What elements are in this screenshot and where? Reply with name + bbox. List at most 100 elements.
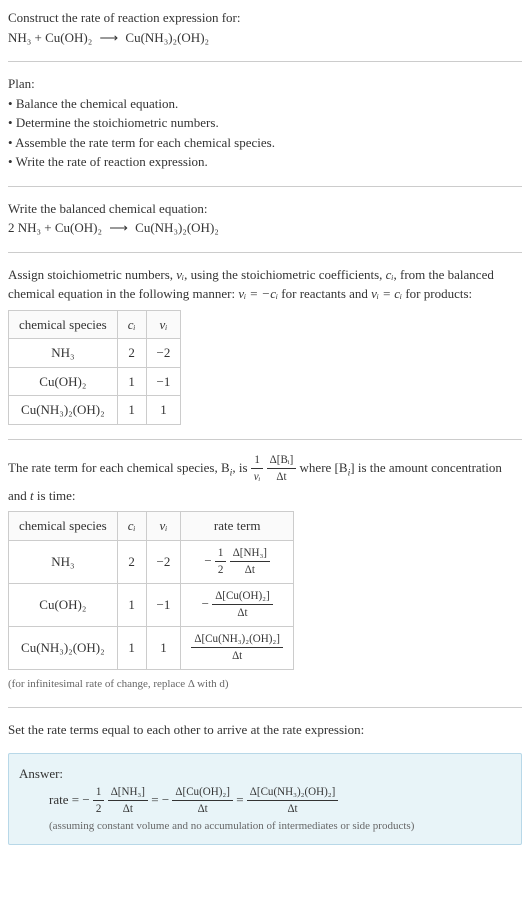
unbalanced-equation: NH₃ + Cu(OH)₂ ⟶ Cu(NH₃)₂(OH)₂ xyxy=(8,28,522,48)
cell-nui: −1 xyxy=(146,367,181,396)
eq-rhs: Cu(NH₃)₂(OH)₂ xyxy=(135,220,219,235)
stoich-table: chemical species cᵢ νᵢ NH₃ 2 −2 Cu(OH)₂ … xyxy=(8,310,181,425)
cell-nui: 1 xyxy=(146,626,181,669)
cell-species: Cu(OH)₂ xyxy=(9,367,118,396)
den: Δt xyxy=(172,801,233,818)
divider xyxy=(8,707,522,708)
frac-coef: 1νᵢ xyxy=(251,452,264,486)
cell-nui: −2 xyxy=(146,339,181,368)
cell-nui: −2 xyxy=(146,540,181,583)
den: Δt xyxy=(247,801,339,818)
rule-reactants: νᵢ = −cᵢ xyxy=(238,286,278,301)
infinitesimal-note: (for infinitesimal rate of change, repla… xyxy=(8,676,522,693)
num: 1 xyxy=(215,545,227,563)
cell-ci: 1 xyxy=(117,583,146,626)
den: Δt xyxy=(108,801,148,818)
frac-delta: Δ[Cu(OH)₂]Δt xyxy=(212,588,273,622)
den: 2 xyxy=(93,801,105,818)
table-row: Cu(NH₃)₂(OH)₂ 1 1 Δ[Cu(NH₃)₂(OH)₂]Δt xyxy=(9,626,294,669)
assign-section: Assign stoichiometric numbers, νᵢ, using… xyxy=(8,265,522,425)
cell-species: Cu(OH)₂ xyxy=(9,583,118,626)
equals: = xyxy=(151,792,162,807)
table-header-row: chemical species cᵢ νᵢ rate term xyxy=(9,512,294,541)
cell-ci: 2 xyxy=(117,540,146,583)
frac-coef: 12 xyxy=(215,545,227,579)
num: Δ[NH₃] xyxy=(108,784,148,802)
text: for reactants and xyxy=(278,286,371,301)
sign: − xyxy=(162,792,169,807)
text: , using the stoichiometric coefficients, xyxy=(184,267,386,282)
frac-delta: Δ[NH₃]Δt xyxy=(230,545,270,579)
den: Δt xyxy=(212,605,273,622)
col-ci: cᵢ xyxy=(117,512,146,541)
table-header-row: chemical species cᵢ νᵢ xyxy=(9,310,181,339)
table-row: NH₃ 2 −2 xyxy=(9,339,181,368)
num: Δ[NH₃] xyxy=(230,545,270,563)
sign: − xyxy=(202,596,209,611)
text: , is xyxy=(232,460,250,475)
plan-step: Write the rate of reaction expression. xyxy=(8,152,522,172)
eq-rhs: Cu(NH₃)₂(OH)₂ xyxy=(125,30,209,45)
eq-lhs: NH₃ + Cu(OH)₂ xyxy=(8,30,92,45)
num: Δ[Cu(OH)₂] xyxy=(212,588,273,606)
text: is time: xyxy=(34,488,76,503)
cell-ci: 2 xyxy=(117,339,146,368)
rule-products: νᵢ = cᵢ xyxy=(371,286,402,301)
col-species: chemical species xyxy=(9,310,118,339)
balanced-title: Write the balanced chemical equation: xyxy=(8,199,522,219)
nu-i: νᵢ xyxy=(176,267,184,282)
den: Δt xyxy=(191,648,283,665)
cell-rate: − Δ[Cu(OH)₂]Δt xyxy=(181,583,294,626)
assign-text: Assign stoichiometric numbers, νᵢ, using… xyxy=(8,265,522,304)
rateterm-section: The rate term for each chemical species,… xyxy=(8,452,522,693)
den: νᵢ xyxy=(251,469,264,486)
frac-delta: Δ[NH₃]Δt xyxy=(108,784,148,818)
prompt-section: Construct the rate of reaction expressio… xyxy=(8,8,522,47)
cell-ci: 1 xyxy=(117,626,146,669)
plan-step: Determine the stoichiometric numbers. xyxy=(8,113,522,133)
cell-rate: − 12 Δ[NH₃]Δt xyxy=(181,540,294,583)
col-species: chemical species xyxy=(9,512,118,541)
col-nui: νᵢ xyxy=(146,310,181,339)
table-row: Cu(NH₃)₂(OH)₂ 1 1 xyxy=(9,396,181,425)
num: 1 xyxy=(251,452,264,470)
cell-species: NH₃ xyxy=(9,339,118,368)
num: Δ[Cu(NH₃)₂(OH)₂] xyxy=(191,631,283,649)
num: Δ[Cu(OH)₂] xyxy=(172,784,233,802)
c-i: cᵢ xyxy=(386,267,394,282)
table-row: Cu(OH)₂ 1 −1 xyxy=(9,367,181,396)
text: Assign stoichiometric numbers, xyxy=(8,267,176,282)
answer-box: Answer: rate = − 12 Δ[NH₃]Δt = − Δ[Cu(OH… xyxy=(8,753,522,845)
text: The rate term for each chemical species,… xyxy=(8,460,230,475)
text: for products: xyxy=(402,286,472,301)
num: Δ[Cu(NH₃)₂(OH)₂] xyxy=(247,784,339,802)
table-row: NH₃ 2 −2 − 12 Δ[NH₃]Δt xyxy=(9,540,294,583)
frac-delta: Δ[Cu(NH₃)₂(OH)₂]Δt xyxy=(191,631,283,665)
balanced-equation: 2 NH₃ + Cu(OH)₂ ⟶ Cu(NH₃)₂(OH)₂ xyxy=(8,218,522,238)
frac-delta: Δ[Cu(NH₃)₂(OH)₂]Δt xyxy=(247,784,339,818)
text: where [B xyxy=(300,460,348,475)
plan-step: Balance the chemical equation. xyxy=(8,94,522,114)
reaction-arrow: ⟶ xyxy=(100,30,119,45)
cell-nui: 1 xyxy=(146,396,181,425)
divider xyxy=(8,252,522,253)
frac-delta: Δ[Cu(OH)₂]Δt xyxy=(172,784,233,818)
equals: = xyxy=(236,792,247,807)
cell-species: NH₃ xyxy=(9,540,118,583)
plan-section: Plan: Balance the chemical equation. Det… xyxy=(8,74,522,172)
col-rate: rate term xyxy=(181,512,294,541)
cell-rate: Δ[Cu(NH₃)₂(OH)₂]Δt xyxy=(181,626,294,669)
den: Δt xyxy=(267,469,297,486)
divider xyxy=(8,439,522,440)
cell-ci: 1 xyxy=(117,367,146,396)
answer-assumption: (assuming constant volume and no accumul… xyxy=(19,818,511,835)
balanced-section: Write the balanced chemical equation: 2 … xyxy=(8,199,522,238)
cell-nui: −1 xyxy=(146,583,181,626)
frac-delta: Δ[Bᵢ]Δt xyxy=(267,452,297,486)
frac-coef: 12 xyxy=(93,784,105,818)
final-section: Set the rate terms equal to each other t… xyxy=(8,720,522,740)
table-row: Cu(OH)₂ 1 −1 − Δ[Cu(OH)₂]Δt xyxy=(9,583,294,626)
num: 1 xyxy=(93,784,105,802)
cell-ci: 1 xyxy=(117,396,146,425)
answer-expression: rate = − 12 Δ[NH₃]Δt = − Δ[Cu(OH)₂]Δt = … xyxy=(19,784,511,818)
